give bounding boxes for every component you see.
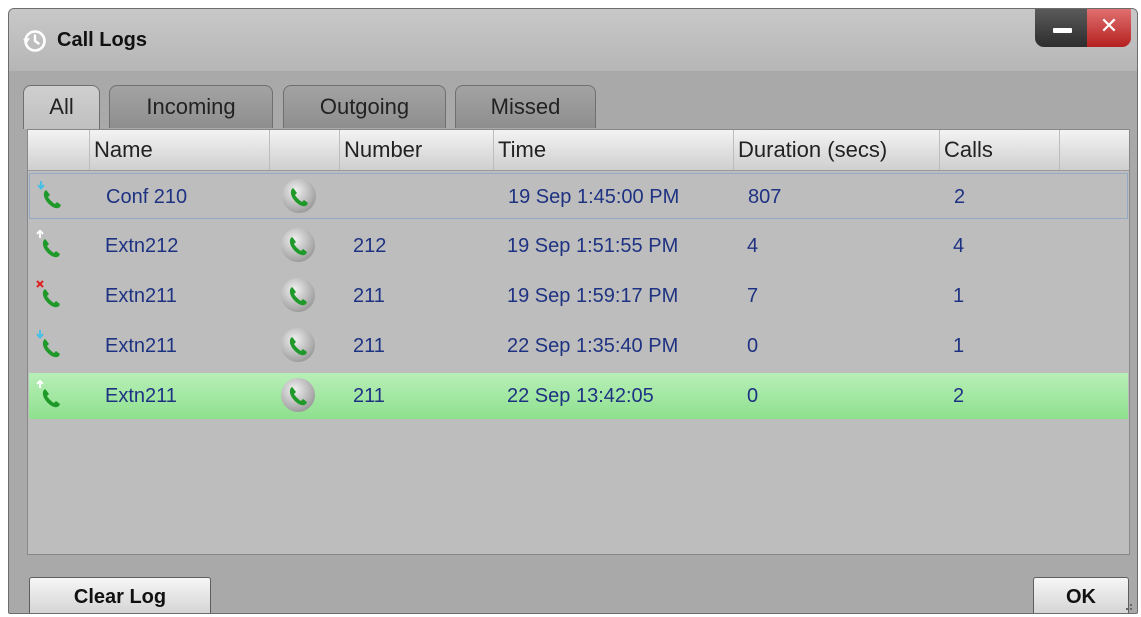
column-duration[interactable]: Duration (secs) xyxy=(734,130,940,170)
call-log-list[interactable]: Name Number Time Duration (secs) Calls C… xyxy=(27,129,1130,555)
call-button[interactable] xyxy=(282,179,316,213)
call-duration: 0 xyxy=(747,335,759,357)
close-button[interactable]: ✕ xyxy=(1087,9,1131,47)
column-time[interactable]: Time xyxy=(494,130,734,170)
contact-name: Extn211 xyxy=(105,285,177,307)
call-time: 19 Sep 1:45:00 PM xyxy=(508,186,680,208)
column-number[interactable]: Number xyxy=(340,130,494,170)
table-row[interactable]: Extn211 211 22 Sep 1:35:40 PM 0 1 xyxy=(29,323,1128,369)
ok-button[interactable]: OK xyxy=(1033,577,1129,613)
table-row[interactable]: Extn212 212 19 Sep 1:51:55 PM 4 4 xyxy=(29,223,1128,269)
window-title: Call Logs xyxy=(57,29,148,51)
call-time: 22 Sep 1:35:40 PM xyxy=(507,335,679,357)
column-name[interactable]: Name xyxy=(90,130,270,170)
outgoing-call-icon xyxy=(35,229,65,262)
call-button[interactable] xyxy=(281,278,315,312)
close-icon: ✕ xyxy=(1099,13,1119,38)
call-duration: 0 xyxy=(747,385,759,407)
call-time: 19 Sep 1:51:55 PM xyxy=(507,235,679,257)
call-duration: 4 xyxy=(747,235,759,257)
incoming-call-icon xyxy=(36,181,66,213)
contact-name: Conf 210 xyxy=(106,186,188,208)
call-count: 1 xyxy=(953,335,965,357)
call-count: 2 xyxy=(953,385,965,407)
column-call[interactable] xyxy=(270,130,340,170)
table-row[interactable]: Conf 210 19 Sep 1:45:00 PM 807 2 xyxy=(29,173,1128,219)
call-button[interactable] xyxy=(281,328,315,362)
call-button[interactable] xyxy=(281,228,315,262)
phone-number: 211 xyxy=(353,335,385,357)
tab-missed[interactable]: Missed xyxy=(455,85,596,128)
clear-log-button[interactable]: Clear Log xyxy=(29,577,211,613)
incoming-call-icon xyxy=(35,330,65,362)
column-header: Name Number Time Duration (secs) Calls xyxy=(28,130,1129,171)
contact-name: Extn211 xyxy=(105,385,177,407)
call-count: 2 xyxy=(954,186,966,208)
tab-incoming[interactable]: Incoming xyxy=(109,85,273,128)
call-duration: 807 xyxy=(748,186,782,208)
column-type[interactable] xyxy=(28,130,90,170)
column-extra xyxy=(1060,130,1130,170)
column-calls[interactable]: Calls xyxy=(940,130,1060,170)
call-time: 22 Sep 13:42:05 xyxy=(507,385,654,407)
call-logs-window: Call Logs ✕ All Incoming Outgoing Missed… xyxy=(8,8,1138,614)
contact-name: Extn211 xyxy=(105,335,177,357)
tab-outgoing[interactable]: Outgoing xyxy=(283,85,446,128)
outgoing-call-icon xyxy=(35,379,65,412)
table-row[interactable]: Extn211 211 22 Sep 13:42:05 0 2 xyxy=(29,373,1128,419)
call-count: 1 xyxy=(953,285,965,307)
call-button[interactable] xyxy=(281,378,315,412)
call-duration: 7 xyxy=(747,285,759,307)
call-count: 4 xyxy=(953,235,965,257)
resize-grip-icon[interactable] xyxy=(1123,601,1133,611)
phone-number: 212 xyxy=(353,235,387,257)
table-row[interactable]: Extn211 211 19 Sep 1:59:17 PM 7 1 xyxy=(29,273,1128,319)
phone-number: 211 xyxy=(353,285,385,307)
tab-all[interactable]: All xyxy=(23,85,100,129)
missed-call-icon xyxy=(35,280,65,312)
contact-name: Extn212 xyxy=(105,235,179,257)
title-bar[interactable]: Call Logs ✕ xyxy=(9,9,1137,71)
phone-number: 211 xyxy=(353,385,385,407)
history-icon xyxy=(23,30,46,52)
minimize-button[interactable] xyxy=(1035,9,1089,47)
call-time: 19 Sep 1:59:17 PM xyxy=(507,285,679,307)
